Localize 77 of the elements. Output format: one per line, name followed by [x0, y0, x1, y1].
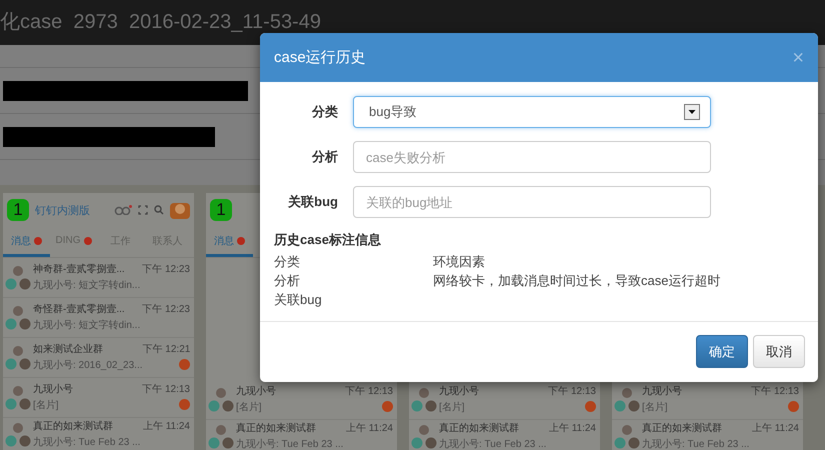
chat-name: 真正的如来测试群 — [642, 422, 723, 435]
chat-name: 神奇群-壹贰零捌壹... — [33, 263, 126, 276]
chat-preview: [名片] — [236, 401, 263, 414]
avatar-icon — [5, 344, 31, 370]
chat-preview: 九现小号: Tue Feb 23 ... — [236, 438, 344, 450]
dialog-title: case运行历史 — [274, 48, 366, 67]
chat-preview: 九现小号: 2016_02_23... — [33, 359, 143, 372]
section-heading: 历史case标注信息 — [274, 231, 382, 249]
chat-preview: 九现小号: 短文字转din... — [33, 279, 140, 292]
chat-name: 真正的如来测试群 — [33, 420, 114, 433]
cancel-button[interactable]: 取消 — [753, 335, 805, 368]
app-title: 钉钉内测版 — [35, 204, 90, 218]
avatar-icon — [614, 386, 640, 412]
field-label: 关联bug — [286, 193, 338, 211]
chat-name: 真正的如来测试群 — [439, 422, 520, 435]
chat-time: 上午 11:24 — [142, 420, 190, 433]
chat-name: 奇怪群-壹贰零捌壹... — [33, 303, 126, 316]
avatar-icon — [5, 384, 31, 410]
chat-time: 下午 12:23 — [142, 263, 190, 276]
info-label: 分析 — [274, 272, 301, 290]
chat-time: 下午 12:13 — [142, 383, 190, 396]
search-icon[interactable] — [154, 205, 164, 215]
avatar-icon — [411, 424, 437, 450]
chat-preview: 九现小号: Tue Feb 23 ... — [33, 436, 140, 449]
category-select[interactable]: bug导致 — [353, 96, 711, 128]
chat-item[interactable]: 真正的如来测试群 上午 11:24 九现小号: Tue Feb 23 ... — [409, 420, 600, 450]
chat-item[interactable]: 真正的如来测试群 上午 11:24 九现小号: Tue Feb 23 ... — [206, 420, 397, 450]
number-marker: 1 — [7, 199, 29, 221]
chat-time: 下午 12:13 — [345, 385, 393, 398]
avatar-icon — [208, 386, 234, 412]
chat-preview: 九现小号: 短文字转din... — [33, 319, 140, 332]
chat-time: 下午 12:21 — [142, 343, 190, 356]
chat-time: 下午 12:23 — [142, 303, 190, 316]
chat-item[interactable]: 如来测试企业群 下午 12:21 九现小号: 2016_02_23... — [3, 338, 194, 378]
avatar-icon — [5, 422, 31, 448]
chat-time: 上午 11:24 — [346, 422, 393, 435]
chat-item[interactable]: 真正的如来测试群 上午 11:24 九现小号: Tue Feb 23 ... — [612, 420, 803, 450]
avatar-icon — [5, 264, 31, 290]
info-value: 环境因素 — [433, 253, 486, 271]
chat-preview: [名片] — [642, 401, 669, 414]
chat-name: 九现小号 — [236, 385, 276, 398]
number-marker: 1 — [210, 199, 232, 221]
avatar-icon — [5, 304, 31, 330]
chat-preview: 九现小号: Tue Feb 23 ... — [642, 438, 750, 450]
chat-preview: [名片] — [33, 399, 60, 412]
chat-name: 九现小号 — [439, 385, 479, 398]
chat-item[interactable]: 奇怪群-壹贰零捌壹... 下午 12:23 九现小号: 短文字转din... — [3, 298, 194, 338]
chat-name: 真正的如来测试群 — [236, 422, 317, 435]
chat-time: 上午 11:24 — [548, 422, 596, 435]
info-label: 关联bug — [274, 291, 323, 309]
info-label: 分类 — [274, 253, 301, 271]
chat-name: 如来测试企业群 — [33, 343, 104, 356]
glasses-icon[interactable] — [114, 205, 132, 215]
page-title: 化case 2973 2016-02-23_11-53-49 — [0, 10, 321, 35]
chat-preview: 九现小号: Tue Feb 23 ... — [439, 438, 546, 450]
avatar-icon — [208, 424, 234, 450]
avatar-icon — [614, 424, 640, 450]
avatar-icon[interactable] — [170, 201, 190, 219]
confirm-button[interactable]: 确定 — [696, 335, 748, 368]
fullscreen-icon[interactable] — [138, 205, 148, 215]
field-label: 分类 — [310, 103, 338, 121]
chat-time: 下午 12:13 — [751, 385, 799, 398]
chat-time: 上午 11:24 — [752, 422, 799, 435]
info-value: 网络较卡，加载消息时间过长，导致case运行超时 — [433, 272, 722, 290]
chat-name: 九现小号 — [33, 383, 73, 396]
input-field[interactable]: case失败分析 — [353, 141, 711, 173]
chat-item[interactable]: 真正的如来测试群 上午 11:24 九现小号: Tue Feb 23 ... — [3, 418, 194, 448]
chat-time: 下午 12:13 — [548, 385, 596, 398]
chat-item[interactable]: 神奇群-壹贰零捌壹... 下午 12:23 九现小号: 短文字转din... — [3, 258, 194, 298]
avatar-icon — [411, 386, 437, 412]
chat-name: 九现小号 — [642, 385, 682, 398]
input-field[interactable]: 关联的bug地址 — [353, 186, 711, 218]
field-label: 分析 — [310, 148, 338, 166]
chat-item[interactable]: 九现小号 下午 12:13 [名片] — [3, 378, 194, 418]
tab[interactable]: 消息 — [206, 227, 253, 257]
chat-preview: [名片] — [439, 401, 466, 414]
tab[interactable]: 消息 — [3, 227, 50, 257]
